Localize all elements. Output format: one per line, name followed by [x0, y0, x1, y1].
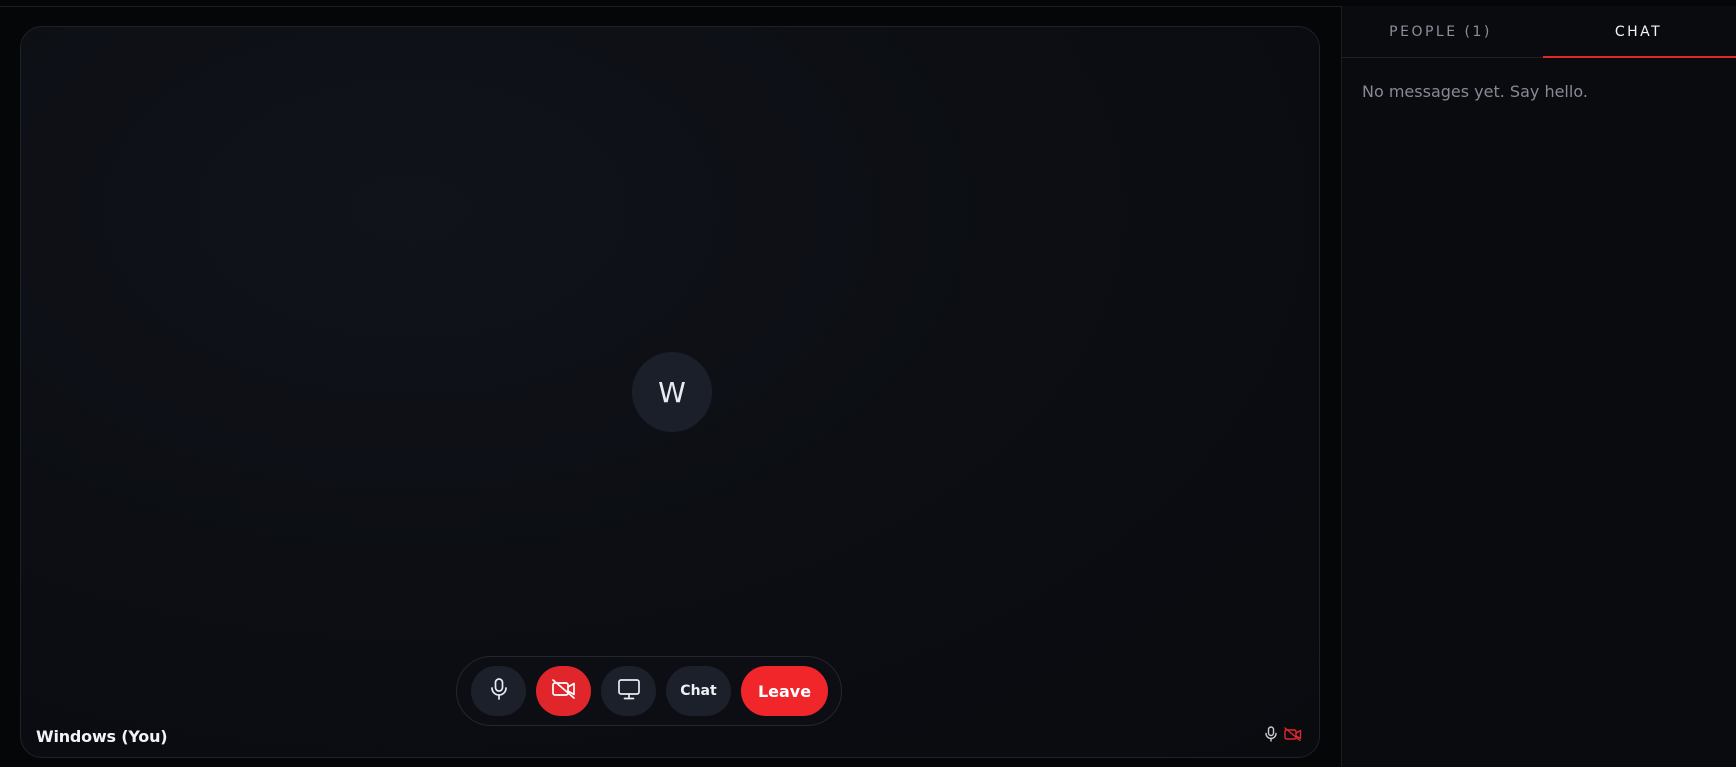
mic-icon: [1264, 726, 1278, 742]
tile-status-icons: [1264, 726, 1302, 742]
panel-tabs: PEOPLE (1) CHAT: [1342, 6, 1736, 58]
video-tile: W Windows (You): [20, 26, 1320, 758]
call-controls-bar: Chat Leave: [456, 656, 842, 726]
participant-name-label: Windows (You): [36, 727, 168, 746]
camera-toggle-button[interactable]: [536, 666, 591, 716]
mic-icon: [488, 677, 510, 705]
side-panel: PEOPLE (1) CHAT No messages yet. Say hel…: [1341, 6, 1736, 767]
mic-toggle-button[interactable]: [471, 666, 526, 716]
chat-button[interactable]: Chat: [666, 666, 731, 716]
app-window: W Windows (You) Chat Leave PEOPLE (1) CH…: [0, 0, 1736, 767]
screen-share-button[interactable]: [601, 666, 656, 716]
tab-chat[interactable]: CHAT: [1540, 6, 1736, 57]
active-tab-indicator: [1543, 56, 1736, 58]
leave-button[interactable]: Leave: [741, 666, 828, 716]
participant-avatar: W: [632, 352, 712, 432]
chat-empty-message: No messages yet. Say hello.: [1362, 82, 1588, 101]
camera-off-icon: [551, 678, 577, 704]
tab-people[interactable]: PEOPLE (1): [1342, 6, 1539, 57]
camera-off-icon: [1284, 727, 1302, 741]
monitor-icon: [617, 678, 641, 704]
